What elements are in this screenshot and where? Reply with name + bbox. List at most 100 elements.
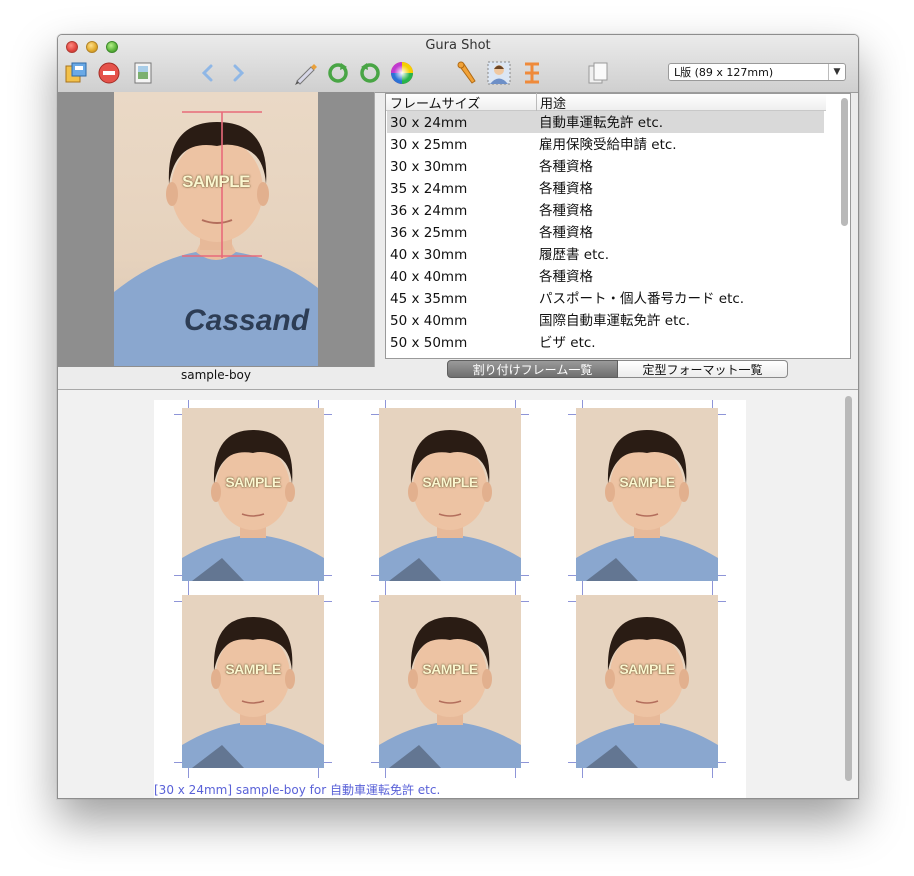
photo-thumbnail[interactable]: SAMPLE [379,408,521,581]
use-cell: 各種資格 [539,159,593,175]
chevron-down-icon: ▼ [828,64,845,80]
crop-mark [174,601,182,602]
crop-mark [718,575,726,576]
photo-filename: sample-boy [180,368,252,382]
crop-mark [318,768,319,778]
crop-mark [718,414,726,415]
sample-watermark: SAMPLE [422,661,478,677]
paper-size-select[interactable]: L版 (89 x 127mm) ▼ [668,63,846,81]
frame-size-cell: 30 x 24mm [390,115,468,131]
use-cell: 履歴書 etc. [539,247,610,263]
crop-mark [174,414,182,415]
page-icon[interactable] [586,61,610,85]
forward-arrow-icon[interactable] [226,61,250,85]
photo-preview[interactable]: Cassand SAMPLE [58,92,375,367]
sample-watermark: SAMPLE [225,474,281,490]
tab-frame-list[interactable]: 割り付けフレーム一覧 [447,360,618,378]
window-title: Gura Shot [425,38,491,53]
table-row[interactable]: 50 x 40mm 国際自動車運転免許 etc. [387,309,824,331]
frame-size-cell: 50 x 50mm [390,335,468,351]
use-cell: 各種資格 [539,181,593,197]
table-row[interactable]: 30 x 30mm 各種資格 [387,155,824,177]
table-row[interactable]: 50 x 50mm ビザ etc. [387,331,824,353]
table-scrollbar[interactable] [841,98,848,226]
use-cell: パスポート・個人番号カード etc. [539,291,745,307]
frame-size-cell: 40 x 40mm [390,269,468,285]
save-icon[interactable] [64,61,88,85]
photo-thumbnail[interactable]: SAMPLE [576,408,718,581]
preview-photo[interactable]: Cassand SAMPLE [114,92,318,366]
crop-mark [568,762,576,763]
photo-thumbnail[interactable]: SAMPLE [379,595,521,768]
frame-size-cell: 45 x 35mm [390,291,468,307]
sample-watermark: SAMPLE [619,661,675,677]
crop-mark [371,414,379,415]
crop-mark [521,414,529,415]
app-window: Gura Shot L版 (89 x 127mm) ▼ Cassand SAMP… [57,34,859,799]
sample-watermark: SAMPLE [225,661,281,677]
table-row[interactable]: 36 x 25mm 各種資格 [387,221,824,243]
table-row[interactable]: 35 x 24mm 各種資格 [387,177,824,199]
crop-mark [515,768,516,778]
back-arrow-icon[interactable] [196,61,220,85]
table-row[interactable]: 30 x 24mm 自動車運転免許 etc. [387,111,824,133]
photo-thumbnail[interactable]: SAMPLE [182,408,324,581]
pen-icon[interactable] [293,61,317,85]
rotate-icon[interactable] [358,61,382,85]
crop-mark [582,587,583,595]
frame-size-cell: 30 x 30mm [390,159,468,175]
crop-mark [324,575,332,576]
photo-thumbnail[interactable]: SAMPLE [576,595,718,768]
crop-mark [712,768,713,778]
crop-mark [515,400,516,408]
use-cell: 各種資格 [539,269,593,285]
crop-mark [385,587,386,595]
crop-mark [582,400,583,408]
crop-mark [712,400,713,408]
rotate-icon[interactable] [326,61,350,85]
crop-mark [385,768,386,778]
crop-mark [371,601,379,602]
delete-icon[interactable] [97,61,121,85]
color-wheel-icon[interactable] [390,61,414,85]
use-cell: 雇用保険受給申請 etc. [539,137,677,153]
crop-mark [712,587,713,595]
wrench-icon[interactable] [455,61,479,85]
table-row[interactable]: 45 x 35mm パスポート・個人番号カード etc. [387,287,824,309]
crop-mark [324,762,332,763]
use-cell: 各種資格 [539,203,593,219]
vertical-guide-icon[interactable] [520,61,544,85]
frame-size-table[interactable]: フレームサイズ 用途 30 x 24mm 自動車運転免許 etc. 30 x 25m… [385,93,851,359]
frame-size-cell: 40 x 30mm [390,247,468,263]
layout-scrollbar[interactable] [845,396,852,781]
photo-frame-icon[interactable] [131,61,155,85]
crop-mark [521,601,529,602]
crop-mark [515,587,516,595]
crop-mark [582,768,583,778]
crop-mark [385,400,386,408]
table-row[interactable]: 30 x 25mm 雇用保険受給申請 etc. [387,133,824,155]
crop-mark [188,768,189,778]
tab-format-list[interactable]: 定型フォーマット一覧 [618,360,788,378]
sample-watermark: SAMPLE [619,474,675,490]
column-header-frame-size[interactable]: フレームサイズ [390,93,480,112]
titlebar: Gura Shot L版 (89 x 127mm) ▼ [58,35,858,93]
crop-mark [318,587,319,595]
crop-mark [521,762,529,763]
frame-size-cell: 36 x 25mm [390,225,468,241]
layout-preview[interactable]: SAMPLE SAMPLE SAMPLE SAMPLE SAMPLE SAMPL… [58,390,858,798]
svg-text:Cassand: Cassand [184,304,310,337]
column-header-use[interactable]: 用途 [536,93,566,112]
crop-mark [324,414,332,415]
sample-watermark: SAMPLE [182,172,250,191]
crop-mark [718,601,726,602]
table-row[interactable]: 40 x 40mm 各種資格 [387,265,824,287]
person-icon[interactable] [487,61,511,85]
table-row[interactable]: 40 x 30mm 履歴書 etc. [387,243,824,265]
crop-mark [174,575,182,576]
crop-mark [324,601,332,602]
crop-mark [318,400,319,408]
photo-thumbnail[interactable]: SAMPLE [182,595,324,768]
use-cell: 国際自動車運転免許 etc. [539,313,691,329]
table-row[interactable]: 36 x 24mm 各種資格 [387,199,824,221]
